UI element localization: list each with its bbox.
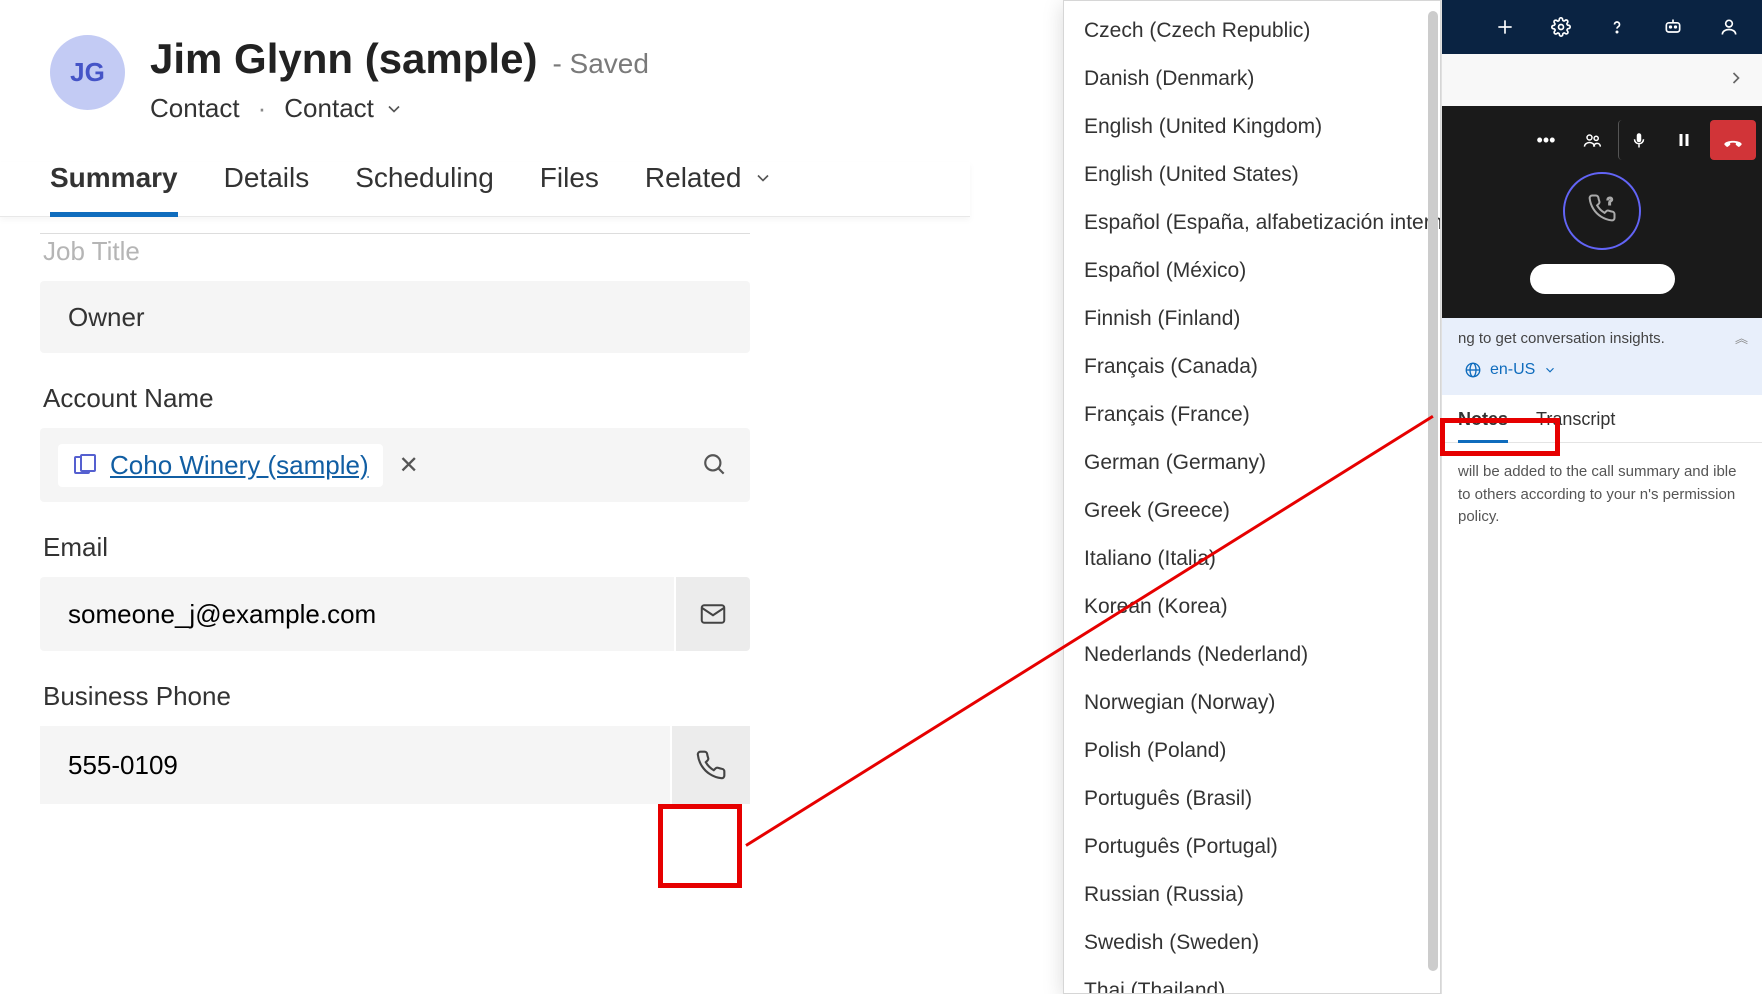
- call-button[interactable]: [672, 726, 750, 804]
- separator-dot: ·: [258, 93, 267, 124]
- tab-summary[interactable]: Summary: [50, 162, 178, 216]
- insights-text: ng to get conversation insights.: [1458, 330, 1746, 347]
- profile-button[interactable]: [1718, 16, 1740, 38]
- language-item[interactable]: Nederlands (Nederland): [1064, 631, 1440, 679]
- assistant-button[interactable]: [1662, 16, 1684, 38]
- insights-bar: ng to get conversation insights. ︽ en-US: [1442, 318, 1762, 395]
- add-button[interactable]: [1494, 16, 1516, 38]
- people-icon: [1582, 130, 1602, 150]
- tab-notes[interactable]: Notes: [1458, 409, 1508, 442]
- lookup-link-account[interactable]: Coho Winery (sample): [110, 450, 369, 481]
- hold-button[interactable]: [1664, 120, 1704, 160]
- label-email: Email: [40, 532, 750, 563]
- send-email-button[interactable]: [676, 577, 750, 651]
- language-item[interactable]: Norwegian (Norway): [1064, 679, 1440, 727]
- input-job-title[interactable]: Owner: [40, 281, 750, 353]
- ellipsis-icon: •••: [1537, 130, 1556, 151]
- person-icon: [1719, 17, 1739, 37]
- hangup-button[interactable]: [1710, 120, 1756, 160]
- help-icon: [1607, 17, 1627, 37]
- globe-icon: [1464, 361, 1482, 379]
- help-button[interactable]: [1606, 16, 1628, 38]
- language-item[interactable]: Français (France): [1064, 391, 1440, 439]
- search-icon[interactable]: [702, 452, 728, 478]
- call-panel: ••• ? ng to get conversation insights. ︽…: [1441, 0, 1762, 994]
- hangup-icon: [1722, 129, 1744, 151]
- caller-name-redacted: [1530, 264, 1675, 294]
- language-item[interactable]: Português (Portugal): [1064, 823, 1440, 871]
- tab-files[interactable]: Files: [540, 162, 599, 216]
- gear-icon: [1551, 17, 1571, 37]
- entity-label: Contact: [150, 93, 240, 124]
- language-item[interactable]: English (United States): [1064, 151, 1440, 199]
- language-item[interactable]: Thai (Thailand): [1064, 967, 1440, 993]
- language-dropdown: Czech (Czech Republic) Danish (Denmark) …: [1063, 0, 1441, 994]
- sub-bar: [1442, 54, 1762, 106]
- tab-transcript[interactable]: Transcript: [1536, 409, 1615, 442]
- language-item[interactable]: Czech (Czech Republic): [1064, 7, 1440, 55]
- contact-tabs: Summary Details Scheduling Files Related: [0, 162, 970, 217]
- mute-button[interactable]: [1618, 120, 1658, 160]
- participants-button[interactable]: [1572, 120, 1612, 160]
- form-selector-label: Contact: [284, 93, 374, 124]
- call-avatar: ?: [1563, 172, 1641, 250]
- language-item[interactable]: English (United Kingdom): [1064, 103, 1440, 151]
- avatar: JG: [50, 35, 125, 110]
- form-selector[interactable]: Contact: [284, 93, 404, 124]
- plus-icon: [1495, 17, 1515, 37]
- contact-card: JG Jim Glynn (sample) - Saved Contact · …: [0, 0, 970, 844]
- expand-panel-button[interactable]: [1726, 68, 1746, 93]
- language-item[interactable]: Italiano (Italia): [1064, 535, 1440, 583]
- notes-body: will be added to the call summary and ib…: [1442, 443, 1762, 547]
- remove-lookup-icon[interactable]: ✕: [399, 451, 419, 480]
- page-title: Jim Glynn (sample): [150, 35, 537, 83]
- input-account-name[interactable]: Coho Winery (sample) ✕: [40, 428, 750, 502]
- language-item[interactable]: Español (México): [1064, 247, 1440, 295]
- language-item[interactable]: Français (Canada): [1064, 343, 1440, 391]
- assistant-icon: [1663, 17, 1683, 37]
- settings-button[interactable]: [1550, 16, 1572, 38]
- input-business-phone[interactable]: 555-0109: [40, 726, 670, 804]
- input-email[interactable]: someone_j@example.com: [40, 577, 674, 651]
- phone-unknown-icon: ?: [1587, 193, 1617, 223]
- phone-icon: [695, 749, 727, 781]
- form-area: Job Title Owner Account Name Coho Winery…: [0, 217, 790, 844]
- email-icon: [698, 599, 728, 629]
- tab-related[interactable]: Related: [645, 162, 774, 216]
- language-item[interactable]: Korean (Korea): [1064, 583, 1440, 631]
- language-item[interactable]: Danish (Denmark): [1064, 55, 1440, 103]
- tab-scheduling[interactable]: Scheduling: [355, 162, 494, 216]
- app-bar: [1442, 0, 1762, 54]
- call-tabs: Notes Transcript: [1442, 395, 1762, 443]
- pause-icon: [1675, 131, 1693, 149]
- svg-text:?: ?: [1607, 196, 1613, 207]
- chevron-down-icon: [384, 99, 404, 119]
- language-item[interactable]: Español (España, alfabetización internac…: [1064, 199, 1440, 247]
- language-selector[interactable]: en-US: [1458, 357, 1563, 383]
- language-item[interactable]: Greek (Greece): [1064, 487, 1440, 535]
- chevron-down-icon: [1543, 363, 1557, 377]
- chevron-down-icon: [753, 168, 773, 188]
- saved-badge: - Saved: [552, 48, 649, 80]
- tab-details[interactable]: Details: [224, 162, 310, 216]
- language-item[interactable]: Polish (Poland): [1064, 727, 1440, 775]
- more-call-button[interactable]: •••: [1526, 120, 1566, 160]
- language-selector-label: en-US: [1490, 361, 1535, 379]
- chevron-right-icon: [1726, 68, 1746, 88]
- label-job-title: Job Title: [40, 233, 750, 267]
- language-item[interactable]: Swedish (Sweden): [1064, 919, 1440, 967]
- collapse-button[interactable]: ︽: [1735, 328, 1748, 347]
- language-item[interactable]: Russian (Russia): [1064, 871, 1440, 919]
- label-business-phone: Business Phone: [40, 681, 750, 712]
- language-item[interactable]: Finnish (Finland): [1064, 295, 1440, 343]
- language-list[interactable]: Czech (Czech Republic) Danish (Denmark) …: [1064, 1, 1440, 993]
- label-account-name: Account Name: [40, 383, 750, 414]
- account-icon: [72, 453, 96, 477]
- lookup-chip-account[interactable]: Coho Winery (sample): [58, 444, 383, 487]
- call-media-region: ••• ?: [1442, 106, 1762, 318]
- language-item[interactable]: German (Germany): [1064, 439, 1440, 487]
- mic-icon: [1630, 131, 1648, 149]
- language-item[interactable]: Português (Brasil): [1064, 775, 1440, 823]
- scrollbar[interactable]: [1428, 11, 1438, 971]
